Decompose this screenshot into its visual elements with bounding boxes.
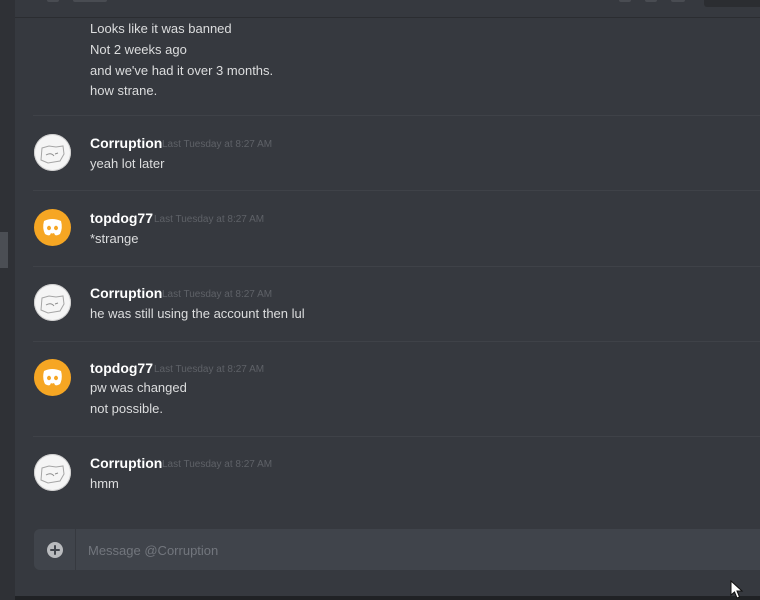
message-group: topdog77 Last Tuesday at 8:27 AM *strang… [15, 201, 760, 261]
message-timestamp: Last Tuesday at 8:27 AM [162, 459, 273, 470]
message-line: pw was changed [90, 380, 187, 395]
message-line: *strange [90, 231, 139, 246]
message-line: yeah lot later [90, 156, 165, 171]
message-group: Corruption Last Tuesday at 8:27 AM yeah … [15, 126, 760, 186]
message-divider [33, 190, 760, 191]
message-list: Looks like it was banned Not 2 weeks ago… [15, 18, 760, 518]
message-divider [33, 115, 760, 116]
avatar[interactable] [34, 454, 71, 491]
dm-chat-window: Looks like it was banned Not 2 weeks ago… [0, 0, 760, 600]
message-timestamp: Last Tuesday at 8:27 AM [162, 289, 273, 300]
message-line: Not 2 weeks ago [90, 42, 187, 57]
message-line: and we've had it over 3 months. [90, 63, 274, 78]
avatar[interactable] [34, 359, 71, 396]
message-author[interactable]: Corruption [90, 135, 162, 151]
call-icon[interactable] [619, 0, 631, 2]
channel-sidebar-edge [0, 0, 15, 600]
plus-circle-icon [46, 541, 63, 558]
window-bottom-edge [15, 596, 760, 600]
video-icon[interactable] [645, 0, 657, 2]
message-author[interactable]: Corruption [90, 285, 162, 301]
avatar[interactable] [34, 284, 71, 321]
message-group: topdog77 Last Tuesday at 8:27 AM pw was … [15, 351, 760, 433]
message-divider [33, 436, 760, 437]
message-divider [33, 341, 760, 342]
message-divider [33, 266, 760, 267]
mouse-pointer-icon [729, 579, 745, 600]
sidebar-scrollbar-thumb[interactable] [0, 232, 8, 268]
message-author[interactable]: topdog77 [90, 360, 153, 376]
sketch-avatar-icon [40, 465, 65, 484]
at-icon [47, 0, 59, 2]
message-input[interactable] [86, 539, 730, 561]
message-line: Looks like it was banned [90, 21, 232, 36]
add-attachment-button[interactable] [34, 529, 76, 570]
search-input[interactable] [704, 0, 760, 7]
message-line: hmm [90, 476, 119, 491]
message-line: not possible. [90, 401, 163, 416]
message-timestamp: Last Tuesday at 8:27 AM [154, 364, 265, 375]
avatar[interactable] [34, 134, 71, 171]
chat-header [15, 0, 760, 18]
members-icon[interactable] [671, 0, 685, 2]
sketch-avatar-icon [40, 145, 65, 164]
message-group: Corruption Last Tuesday at 8:27 AM he wa… [15, 276, 760, 336]
message-author[interactable]: topdog77 [90, 210, 153, 226]
avatar[interactable] [34, 209, 71, 246]
message-timestamp: Last Tuesday at 8:27 AM [154, 214, 265, 225]
message-timestamp: Last Tuesday at 8:27 AM [162, 139, 273, 150]
header-title-fragment [73, 0, 107, 2]
message-author[interactable]: Corruption [90, 455, 162, 471]
discord-logo-icon [43, 369, 62, 386]
discord-logo-icon [43, 219, 62, 236]
message-line: how strane. [90, 83, 158, 98]
message-group: Corruption Last Tuesday at 8:27 AM hmm [15, 446, 760, 506]
message-line: he was still using the account then lul [90, 306, 305, 321]
sketch-avatar-icon [40, 295, 65, 314]
message-group-continuation: Looks like it was banned Not 2 weeks ago… [15, 18, 760, 114]
message-composer [34, 529, 760, 570]
